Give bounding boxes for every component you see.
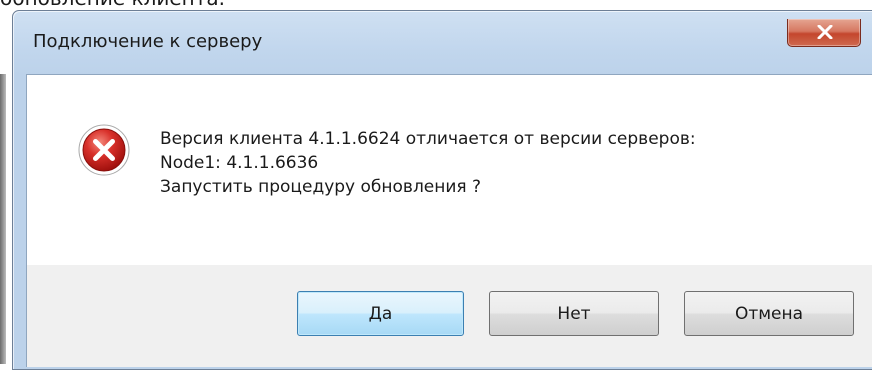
no-button[interactable]: Нет — [489, 291, 659, 336]
background-window-edge — [0, 74, 6, 364]
message-line-version: Версия клиента 4.1.1.6624 отличается от … — [160, 129, 696, 149]
cancel-button[interactable]: Отмена — [684, 291, 854, 336]
error-icon — [78, 124, 130, 176]
yes-button[interactable]: Да — [297, 291, 464, 336]
close-button[interactable] — [787, 19, 861, 47]
message-line-node: Node1: 4.1.1.6636 — [160, 153, 319, 173]
background-document-text: обновление клиента. — [0, 0, 225, 10]
message-line-question: Запустить процедуру обновления ? — [160, 177, 482, 197]
dialog-message: Версия клиента 4.1.1.6624 отличается от … — [160, 127, 696, 199]
message-area: Версия клиента 4.1.1.6624 отличается от … — [26, 74, 872, 265]
close-x-icon — [817, 25, 833, 39]
dialog-title: Подключение к серверу — [33, 31, 263, 52]
button-bar: Да Нет Отмена — [26, 265, 872, 367]
